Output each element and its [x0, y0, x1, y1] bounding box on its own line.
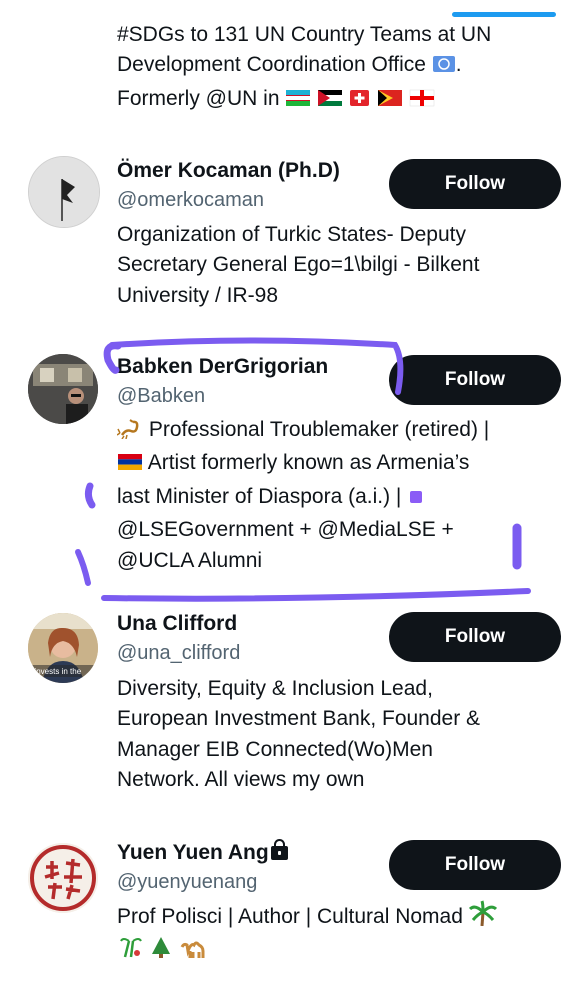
follow-button[interactable]: Follow	[389, 159, 561, 209]
bio-line: European Investment Bank, Founder &	[117, 707, 481, 731]
lock-icon	[270, 839, 288, 860]
christmas-tree-icon	[149, 935, 173, 968]
bio-line: Development Coordination Office .	[117, 50, 557, 83]
follow-button[interactable]: Follow	[389, 840, 561, 890]
bio-line: Formerly @UN in	[117, 84, 557, 117]
camel-icon	[179, 935, 209, 968]
scorpion-icon	[116, 417, 143, 448]
avatar[interactable]	[28, 156, 100, 228]
user-bio: Professional Troublemaker (retired) | Ar…	[116, 415, 537, 576]
scroll-indicator	[452, 12, 556, 17]
bio-line: @LSEGovernment + @MediaLSE +	[117, 518, 454, 542]
follow-button[interactable]: Follow	[389, 612, 561, 662]
user-bio: Diversity, Equity & Inclusion Lead, Euro…	[117, 674, 537, 796]
bio-line: University / IR-98	[117, 283, 279, 307]
user-bio: Prof Polisci | Author | Cultural Nomad	[117, 900, 567, 969]
purple-square-icon	[407, 485, 425, 515]
user-name[interactable]: Una Clifford	[117, 611, 237, 637]
user-name[interactable]: Babken DerGrigorian	[117, 354, 328, 380]
bio-line: Secretary General Ego=1\bilgi - Bilkent	[117, 253, 480, 277]
palm-tree-icon	[117, 935, 143, 968]
bio-line: Manager EIB Connected(Wo)Men	[117, 737, 433, 761]
uzbekistan-flag-icon	[285, 87, 311, 117]
user-handle[interactable]: @yuenyuenang	[117, 869, 257, 895]
bio-line: Organization of Turkic States- Deputy	[117, 223, 466, 246]
jordan-flag-icon	[317, 87, 343, 117]
follow-button[interactable]: Follow	[389, 355, 561, 405]
bio-line: Artist formerly known as Armenia’s	[117, 448, 537, 481]
user-handle[interactable]: @omerkocaman	[117, 187, 264, 213]
previous-user-bio: #SDGs to 131 UN Country Teams at UN Deve…	[117, 20, 557, 117]
avatar-caption: t invests in the	[30, 667, 82, 676]
georgia-flag-icon	[409, 87, 435, 117]
bio-line: last Minister of Diaspora (a.i.) |	[117, 482, 537, 515]
armenia-flag-icon	[117, 451, 143, 481]
switzerland-flag-icon	[349, 87, 371, 117]
bio-line: Diversity, Equity & Inclusion Lead,	[117, 677, 433, 700]
avatar[interactable]	[28, 354, 98, 424]
bio-line: @UCLA Alumni	[117, 548, 263, 572]
user-handle[interactable]: @Babken	[117, 383, 205, 409]
avatar[interactable]	[28, 843, 98, 913]
un-flag-icon	[432, 53, 456, 83]
bio-line: Prof Polisci | Author | Cultural Nomad	[117, 900, 567, 935]
avatar[interactable]: t invests in the	[28, 613, 98, 683]
bio-line: Professional Troublemaker (retired) |	[116, 415, 537, 448]
user-handle[interactable]: @una_clifford	[117, 640, 240, 666]
bio-line	[117, 935, 567, 968]
palm-tree-icon	[468, 900, 497, 935]
bio-line: #SDGs to 131 UN Country Teams at UN	[117, 23, 492, 46]
user-name[interactable]: Yuen Yuen Ang	[117, 839, 288, 866]
user-name[interactable]: Ömer Kocaman (Ph.D)	[117, 158, 340, 184]
timor-leste-flag-icon	[377, 87, 403, 117]
user-bio: Organization of Turkic States- Deputy Se…	[117, 220, 537, 311]
bio-line: Network. All views my own	[117, 768, 365, 792]
